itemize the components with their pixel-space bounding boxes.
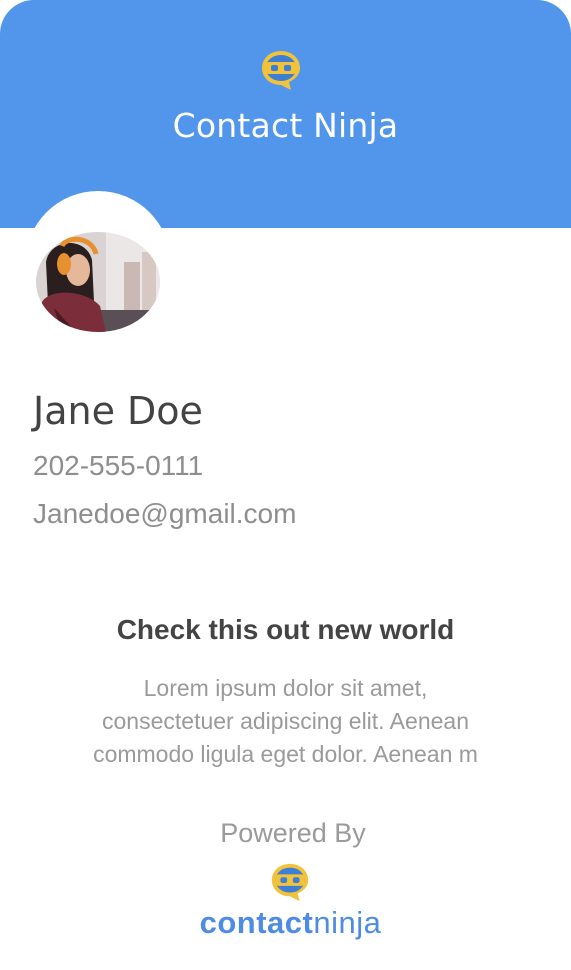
ninja-chat-bubble-icon xyxy=(271,863,309,902)
brand-wordmark-light: ninja xyxy=(313,905,382,940)
app-title: Contact Ninja xyxy=(172,106,399,145)
profile-photo xyxy=(36,232,160,332)
promo-headline: Check this out new world xyxy=(116,614,455,645)
contact-card: Contact Ninja Jane Doe 202-555-0111 Jane… xyxy=(0,0,571,970)
contact-email[interactable]: Janedoe@gmail.com xyxy=(33,498,296,530)
promo-body: Lorem ipsum dolor sit amet, consectetuer… xyxy=(93,675,478,767)
brand-wordmark[interactable]: contactninja xyxy=(0,905,571,941)
contact-name: Jane Doe xyxy=(33,389,203,433)
avatar[interactable] xyxy=(36,232,160,332)
powered-by-label: Powered By xyxy=(220,818,366,848)
brand-wordmark-bold: contact xyxy=(199,905,314,940)
ninja-chat-bubble-icon xyxy=(262,51,300,90)
contact-phone[interactable]: 202-555-0111 xyxy=(33,450,203,482)
